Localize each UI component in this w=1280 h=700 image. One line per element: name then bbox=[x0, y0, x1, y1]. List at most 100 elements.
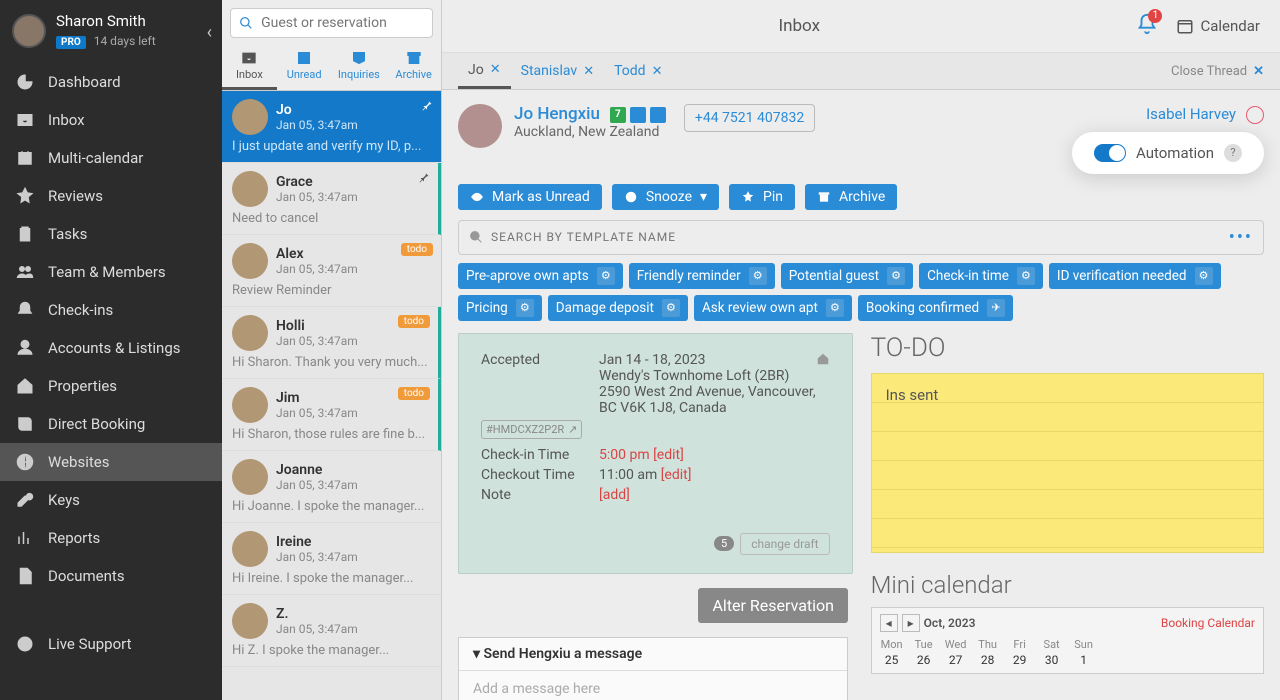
change-draft-button[interactable]: change draft bbox=[740, 533, 829, 555]
template-chip[interactable]: Potential guest ⚙ bbox=[781, 263, 913, 289]
sidebar-item-reviews[interactable]: Reviews bbox=[0, 177, 222, 215]
close-icon[interactable]: ✕ bbox=[490, 62, 501, 77]
alter-reservation-button[interactable]: Alter Reservation bbox=[698, 588, 848, 623]
template-chip[interactable]: Pre-aprove own apts⚙ bbox=[458, 263, 623, 289]
thread-item[interactable]: GraceJan 05, 3:47amNeed to cancel bbox=[222, 163, 441, 235]
prev-month-button[interactable]: ◂ bbox=[880, 614, 898, 632]
day-cell[interactable]: 26 bbox=[912, 653, 936, 667]
template-chip[interactable]: Ask review own apt⚙ bbox=[694, 295, 852, 321]
day-cell[interactable]: 30 bbox=[1040, 653, 1064, 667]
todo-sticky-note[interactable]: Ins sent bbox=[871, 373, 1264, 553]
template-chip[interactable]: Friendly reminder⚙ bbox=[629, 263, 775, 289]
gear-icon[interactable]: ⚙ bbox=[662, 299, 680, 317]
chip-label: Pricing bbox=[466, 300, 508, 316]
phone-number[interactable]: +44 7521 407832 bbox=[684, 104, 815, 132]
sidebar-item-properties[interactable]: Properties bbox=[0, 367, 222, 405]
thread-tab[interactable]: Stanislav✕ bbox=[511, 55, 604, 87]
inbox-tab-archive[interactable]: Archive bbox=[386, 46, 441, 90]
calendar-link[interactable]: Calendar bbox=[1176, 17, 1260, 35]
gear-icon[interactable]: ⚙ bbox=[887, 267, 905, 285]
sidebar-item-check-ins[interactable]: Check-ins bbox=[0, 291, 222, 329]
template-search-input[interactable] bbox=[491, 230, 1229, 244]
dow-cell: Tue bbox=[912, 638, 936, 651]
template-chip[interactable]: Check-in time⚙ bbox=[919, 263, 1043, 289]
template-chip[interactable]: ID verification needed⚙ bbox=[1049, 263, 1221, 289]
thread-item[interactable]: JoanneJan 05, 3:47amHi Joanne. I spoke t… bbox=[222, 451, 441, 523]
sidebar-item-reports[interactable]: Reports bbox=[0, 519, 222, 557]
automation-toggle[interactable]: Automation ? bbox=[1072, 132, 1264, 174]
mini-dow-row: MonTueWedThuFriSatSun bbox=[880, 638, 1255, 651]
search-input[interactable] bbox=[261, 15, 424, 31]
close-icon[interactable]: ✕ bbox=[652, 64, 663, 79]
sidebar-item-documents[interactable]: Documents bbox=[0, 557, 222, 595]
calendar-label: Calendar bbox=[1200, 17, 1260, 35]
sidebar-item-team-members[interactable]: Team & Members bbox=[0, 253, 222, 291]
thread-preview: Need to cancel bbox=[232, 211, 428, 226]
thread-item[interactable]: todoJimJan 05, 3:47amHi Sharon, those ru… bbox=[222, 379, 441, 451]
sidebar-item-multi-calendar[interactable]: Multi-calendar bbox=[0, 139, 222, 177]
thread-item[interactable]: JoJan 05, 3:47amI just update and verify… bbox=[222, 91, 441, 163]
archive-button[interactable]: Archive bbox=[805, 184, 897, 210]
edit-link[interactable]: [edit] bbox=[653, 447, 684, 463]
gear-icon[interactable]: ⚙ bbox=[1195, 267, 1213, 285]
day-cell[interactable]: 28 bbox=[976, 653, 1000, 667]
notifications-button[interactable]: 1 bbox=[1136, 13, 1158, 39]
close-icon[interactable]: ✕ bbox=[583, 64, 594, 79]
reservation-address: 2590 West 2nd Avenue, Vancouver, bbox=[599, 384, 816, 400]
sidebar-item-keys[interactable]: Keys bbox=[0, 481, 222, 519]
thread-item[interactable]: todoHolliJan 05, 3:47amHi Sharon. Thank … bbox=[222, 307, 441, 379]
reservation-code[interactable]: #HMDCXZ2P2R ↗ bbox=[481, 420, 582, 439]
message-input[interactable]: Add a message here bbox=[459, 671, 847, 700]
plane-icon[interactable]: ✈ bbox=[987, 299, 1005, 317]
pin-button[interactable]: Pin bbox=[729, 184, 795, 210]
gear-icon[interactable]: ⚙ bbox=[516, 299, 534, 317]
day-cell[interactable]: 25 bbox=[880, 653, 904, 667]
profile-block[interactable]: Sharon Smith PRO 14 days left ‹ bbox=[0, 0, 222, 57]
gear-icon[interactable]: ⚙ bbox=[1017, 267, 1035, 285]
template-chip[interactable]: Booking confirmed✈ bbox=[858, 295, 1013, 321]
more-icon[interactable]: ••• bbox=[1229, 227, 1253, 248]
main-panel: Inbox 1 Calendar Jo✕Stanislav✕Todd✕ Clos… bbox=[442, 0, 1280, 700]
action-label: Pin bbox=[763, 189, 783, 205]
inbox-tab-inquiries[interactable]: Inquiries bbox=[332, 46, 387, 90]
help-icon[interactable]: ? bbox=[1224, 144, 1242, 162]
sidebar-item-accounts-listings[interactable]: Accounts & Listings bbox=[0, 329, 222, 367]
gear-icon[interactable]: ⚙ bbox=[826, 299, 844, 317]
thread-list[interactable]: JoJan 05, 3:47amI just update and verify… bbox=[222, 91, 441, 697]
note-label: Note bbox=[481, 487, 599, 503]
reservation-card: Accepted Jan 14 - 18, 2023 Wendy's Townh… bbox=[458, 333, 853, 574]
add-link[interactable]: [add] bbox=[599, 487, 630, 503]
gear-icon[interactable]: ⚙ bbox=[749, 267, 767, 285]
day-cell[interactable]: 1 bbox=[1072, 653, 1096, 667]
next-month-button[interactable]: ▸ bbox=[902, 614, 920, 632]
close-thread-button[interactable]: Close Thread ✕ bbox=[1171, 64, 1264, 79]
sidebar-item-dashboard[interactable]: Dashboard bbox=[0, 63, 222, 101]
sidebar-item-websites[interactable]: Websites bbox=[0, 443, 222, 481]
thread-item[interactable]: Z.Jan 05, 3:47amHi Z. I spoke the manage… bbox=[222, 595, 441, 667]
inbox-tab-inbox[interactable]: Inbox bbox=[222, 46, 277, 90]
sidebar-item-inbox[interactable]: Inbox bbox=[0, 101, 222, 139]
template-chip[interactable]: Pricing ⚙ bbox=[458, 295, 542, 321]
booking-calendar-link[interactable]: Booking Calendar bbox=[1161, 616, 1255, 630]
guest-name[interactable]: Jo Hengxiu bbox=[514, 104, 600, 124]
sidebar-item-tasks[interactable]: Tasks bbox=[0, 215, 222, 253]
sidebar-item-live-support[interactable]: Live Support bbox=[0, 625, 222, 663]
day-cell[interactable]: 29 bbox=[1008, 653, 1032, 667]
thread-tab[interactable]: Todd✕ bbox=[604, 55, 672, 87]
thread-tab[interactable]: Jo✕ bbox=[458, 54, 511, 89]
thread-item[interactable]: todoAlexJan 05, 3:47amReview Reminder bbox=[222, 235, 441, 307]
search-box[interactable] bbox=[230, 8, 433, 38]
chevron-left-icon[interactable]: ‹ bbox=[207, 22, 212, 43]
inbox-tab-unread[interactable]: Unread bbox=[277, 46, 332, 90]
template-chip[interactable]: Damage deposit⚙ bbox=[548, 295, 688, 321]
day-cell[interactable]: 27 bbox=[944, 653, 968, 667]
thread-item[interactable]: IreineJan 05, 3:47amHi Ireine. I spoke t… bbox=[222, 523, 441, 595]
edit-link[interactable]: [edit] bbox=[661, 467, 692, 483]
sidebar-item-label: Dashboard bbox=[48, 73, 121, 91]
mark-unread-button[interactable]: Mark as Unread bbox=[458, 184, 602, 210]
owner-link[interactable]: Isabel Harvey bbox=[1146, 105, 1236, 123]
snooze-button[interactable]: Snooze ▾ bbox=[612, 184, 719, 210]
gear-icon[interactable]: ⚙ bbox=[597, 267, 615, 285]
sidebar-item-direct-booking[interactable]: Direct Booking bbox=[0, 405, 222, 443]
chip-label: Potential guest bbox=[789, 268, 879, 284]
